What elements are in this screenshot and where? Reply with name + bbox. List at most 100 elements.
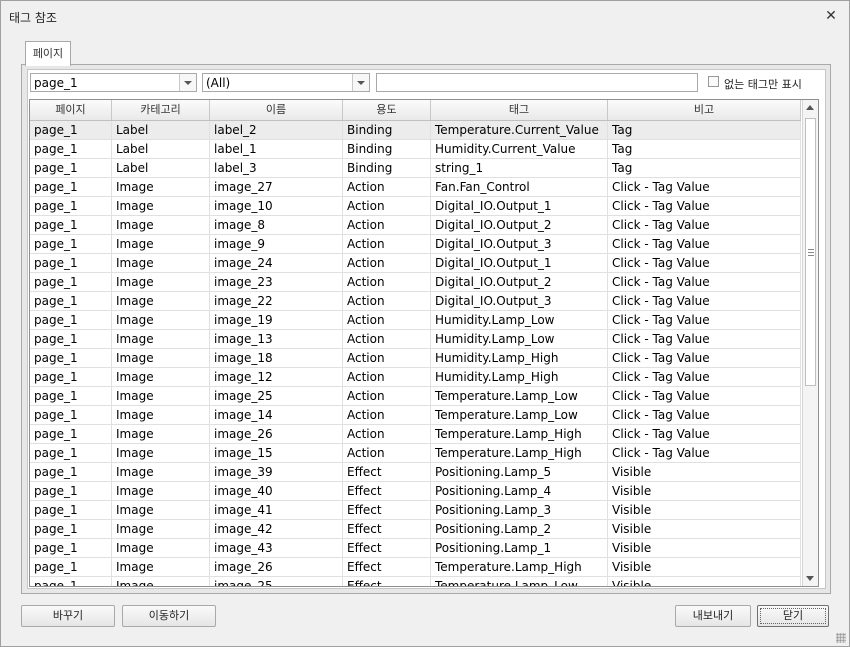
table-row[interactable]: page_1 Image image_43 Effect Positioning.Lam… xyxy=(30,539,801,558)
table-row[interactable]: page_1 Image image_14 Action Temperature.Lam… xyxy=(30,406,801,425)
cell-page: page_1 xyxy=(30,558,112,577)
cell-note: Click - Tag Value xyxy=(608,178,801,197)
tab-page[interactable]: 페이지 xyxy=(25,41,71,66)
header-col-name[interactable]: 이름 xyxy=(210,100,343,120)
cell-usage: Action xyxy=(343,178,431,197)
cell-name: image_41 xyxy=(210,501,343,520)
table-row[interactable]: page_1 Image image_23 Action Digital_IO.Outp… xyxy=(30,273,801,292)
cell-name: label_3 xyxy=(210,159,343,178)
cell-usage: Action xyxy=(343,273,431,292)
table-row[interactable]: page_1 Image image_15 Action Temperature.Lam… xyxy=(30,444,801,463)
unused-only-checkbox[interactable] xyxy=(708,76,719,87)
table-row[interactable]: page_1 Image image_25 Action Temperature.Lam… xyxy=(30,387,801,406)
cell-tag: Temperature.Lamp_High xyxy=(431,558,608,577)
cell-name: image_40 xyxy=(210,482,343,501)
cell-page: page_1 xyxy=(30,159,112,178)
cell-tag: Positioning.Lamp_5 xyxy=(431,463,608,482)
cell-category: Image xyxy=(112,463,210,482)
table-row[interactable]: page_1 Image image_39 Effect Positioning.Lam… xyxy=(30,463,801,482)
search-input[interactable] xyxy=(376,73,698,92)
tag-reference-dialog: 태그 참조 ✕ 페이지 page_1 (All) 없는 태그만 표시 페이지 카테… xyxy=(0,0,850,647)
table-row[interactable]: page_1 Image image_8 Action Digital_IO.Outpu… xyxy=(30,216,801,235)
resize-grip-icon[interactable] xyxy=(836,633,846,643)
cell-name: image_8 xyxy=(210,216,343,235)
cell-usage: Effect xyxy=(343,482,431,501)
header-col-usage[interactable]: 용도 xyxy=(343,100,431,120)
header-col-page[interactable]: 페이지 xyxy=(30,100,112,120)
export-button[interactable]: 내보내기 xyxy=(675,605,751,627)
table-row[interactable]: page_1 Image image_26 Effect Temperature.Lam… xyxy=(30,558,801,577)
chevron-down-icon[interactable] xyxy=(352,74,369,91)
goto-button[interactable]: 이동하기 xyxy=(122,605,216,627)
cell-note: Visible xyxy=(608,520,801,539)
scroll-up-icon[interactable] xyxy=(803,100,818,116)
table-row[interactable]: page_1 Image image_24 Action Digital_IO.Outp… xyxy=(30,254,801,273)
table-row[interactable]: page_1 Image image_9 Action Digital_IO.Outpu… xyxy=(30,235,801,254)
cell-name: image_10 xyxy=(210,197,343,216)
table-body: page_1 Label label_2 Binding Temperature.Cur… xyxy=(30,121,801,586)
table-row[interactable]: page_1 Label label_2 Binding Temperature.Cur… xyxy=(30,121,801,140)
table-row[interactable]: page_1 Label label_1 Binding Humidity.Curren… xyxy=(30,140,801,159)
cell-tag: Fan.Fan_Control xyxy=(431,178,608,197)
chevron-down-icon[interactable] xyxy=(179,74,196,91)
cell-page: page_1 xyxy=(30,178,112,197)
cell-name: image_26 xyxy=(210,425,343,444)
page-select[interactable]: page_1 xyxy=(30,73,197,92)
cell-usage: Action xyxy=(343,197,431,216)
vertical-scrollbar[interactable] xyxy=(802,100,818,586)
table-row[interactable]: page_1 Image image_42 Effect Positioning.Lam… xyxy=(30,520,801,539)
cell-usage: Effect xyxy=(343,539,431,558)
cell-category: Image xyxy=(112,273,210,292)
cell-tag: Temperature.Lamp_Low xyxy=(431,406,608,425)
cell-name: image_14 xyxy=(210,406,343,425)
table-row[interactable]: page_1 Label label_3 Binding string_1 Tag xyxy=(30,159,801,178)
cell-tag: string_1 xyxy=(431,159,608,178)
cell-category: Image xyxy=(112,387,210,406)
table-row[interactable]: page_1 Image image_19 Action Humidity.Lamp_L… xyxy=(30,311,801,330)
table-row[interactable]: page_1 Image image_41 Effect Positioning.Lam… xyxy=(30,501,801,520)
cell-tag: Humidity.Current_Value xyxy=(431,140,608,159)
table-row[interactable]: page_1 Image image_18 Action Humidity.Lamp_H… xyxy=(30,349,801,368)
cell-tag: Temperature.Lamp_High xyxy=(431,425,608,444)
close-button[interactable]: 닫기 xyxy=(757,605,829,627)
category-select[interactable]: (All) xyxy=(202,73,370,92)
cell-page: page_1 xyxy=(30,444,112,463)
cell-page: page_1 xyxy=(30,349,112,368)
cell-note: Visible xyxy=(608,482,801,501)
header-col-note[interactable]: 비고 xyxy=(608,100,801,120)
table-row[interactable]: page_1 Image image_25 Effect Temperature.Lam… xyxy=(30,577,801,586)
close-icon[interactable]: ✕ xyxy=(825,9,837,23)
table-row[interactable]: page_1 Image image_22 Action Digital_IO.Outp… xyxy=(30,292,801,311)
scrollbar-thumb[interactable] xyxy=(805,118,816,386)
table-row[interactable]: page_1 Image image_27 Action Fan.Fan_Control… xyxy=(30,178,801,197)
tag-table: 페이지 카테고리 이름 용도 태그 비고 page_1 Label label_2 Bindin… xyxy=(29,99,819,587)
table-row[interactable]: page_1 Image image_10 Action Digital_IO.Outp… xyxy=(30,197,801,216)
cell-note: Click - Tag Value xyxy=(608,235,801,254)
cell-note: Tag xyxy=(608,140,801,159)
cell-usage: Binding xyxy=(343,159,431,178)
cell-category: Image xyxy=(112,520,210,539)
cell-note: Click - Tag Value xyxy=(608,330,801,349)
cell-page: page_1 xyxy=(30,406,112,425)
cell-name: image_15 xyxy=(210,444,343,463)
header-col-category[interactable]: 카테고리 xyxy=(112,100,210,120)
cell-name: image_19 xyxy=(210,311,343,330)
cell-note: Visible xyxy=(608,501,801,520)
cell-page: page_1 xyxy=(30,254,112,273)
table-row[interactable]: page_1 Image image_40 Effect Positioning.Lam… xyxy=(30,482,801,501)
cell-tag: Digital_IO.Output_1 xyxy=(431,197,608,216)
table-row[interactable]: page_1 Image image_12 Action Humidity.Lamp_H… xyxy=(30,368,801,387)
cell-tag: Positioning.Lamp_4 xyxy=(431,482,608,501)
cell-name: image_18 xyxy=(210,349,343,368)
table-header: 페이지 카테고리 이름 용도 태그 비고 xyxy=(30,100,801,121)
table-row[interactable]: page_1 Image image_26 Action Temperature.Lam… xyxy=(30,425,801,444)
cell-usage: Effect xyxy=(343,501,431,520)
cell-note: Click - Tag Value xyxy=(608,406,801,425)
header-col-tag[interactable]: 태그 xyxy=(431,100,608,120)
cell-name: image_22 xyxy=(210,292,343,311)
replace-button[interactable]: 바꾸기 xyxy=(21,605,115,627)
cell-usage: Action xyxy=(343,406,431,425)
scroll-down-icon[interactable] xyxy=(803,570,818,586)
cell-name: image_13 xyxy=(210,330,343,349)
table-row[interactable]: page_1 Image image_13 Action Humidity.Lamp_L… xyxy=(30,330,801,349)
